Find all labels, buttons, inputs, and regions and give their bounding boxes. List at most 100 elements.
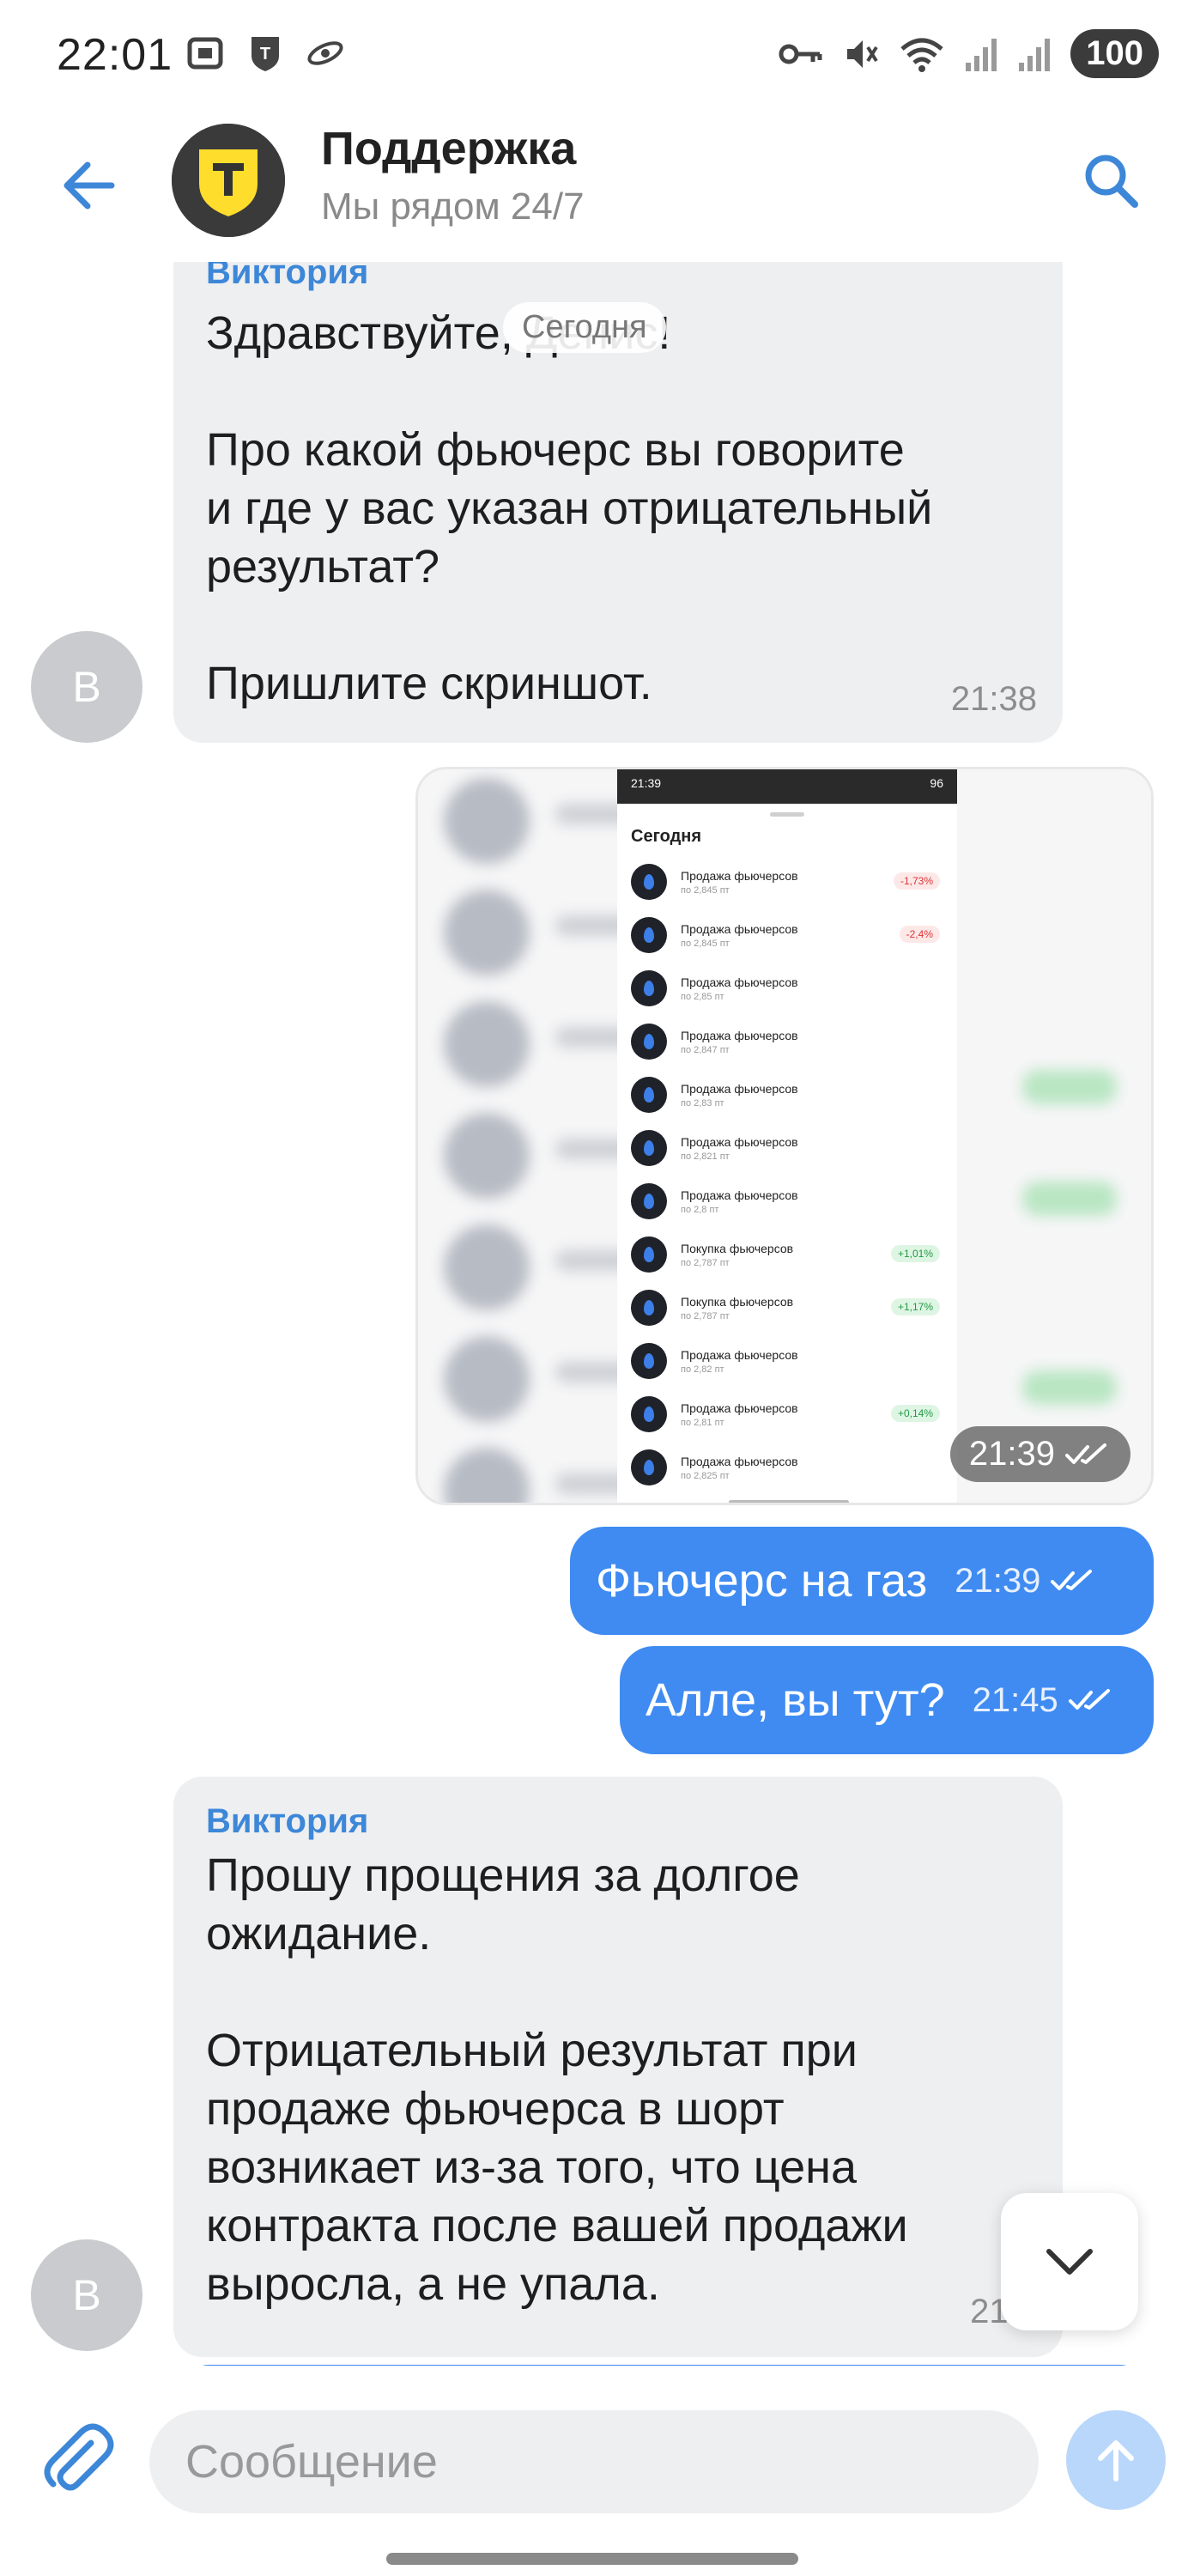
tbank-shield-icon: T [252, 37, 279, 71]
flame-icon [631, 1396, 667, 1432]
signal-icon [966, 38, 997, 71]
status-left-icons: T [185, 33, 346, 74]
avatar[interactable]: В [31, 631, 142, 743]
message-text: Фьючерс на газ [596, 1555, 928, 1607]
trade-info: Продажа фьючерсов по 2,845 пт [681, 869, 798, 896]
screenshot-status-bar: 21:39 96 [617, 769, 957, 804]
scroll-to-bottom-button[interactable] [1001, 2193, 1138, 2330]
trade-badge: +1,01% [890, 1245, 940, 1262]
message-input[interactable]: Сообщение [149, 2410, 1039, 2513]
trade-row: Продажа фьючерсов по 2,845 пт -1,73% [617, 855, 957, 908]
send-button[interactable] [1066, 2410, 1166, 2510]
paperclip-icon [44, 2423, 114, 2491]
flame-icon [631, 1130, 667, 1166]
trade-badge: +1,17% [890, 1298, 940, 1315]
screenshot-title: Сегодня [631, 827, 702, 846]
trade-price: по 2,787 пт [681, 1310, 730, 1321]
trade-info: Продажа фьючерсов по 2,821 пт [681, 1135, 798, 1162]
trade-info: Продажа фьючерсов по 2,81 пт [681, 1401, 798, 1428]
message-sender: Виктория [206, 262, 369, 291]
double-check-icon [1068, 1689, 1110, 1710]
screenshot-battery: 96 [930, 776, 943, 790]
avatar[interactable]: В [31, 2239, 142, 2351]
vpn-key-icon [779, 44, 822, 64]
trade-name: Покупка фьючерсов [681, 1241, 794, 1255]
trade-row: Продажа фьючерсов по 2,845 пт -2,4% [617, 908, 957, 962]
trade-price: по 2,8 пт [681, 1204, 719, 1215]
outgoing-message[interactable]: Фьючерс на газ 21:39 [570, 1527, 1154, 1635]
status-time: 22:01 [57, 30, 173, 80]
chat-title[interactable]: Поддержка [321, 122, 576, 175]
trade-info: Продажа фьючерсов по 2,825 пт [681, 1455, 798, 1481]
trade-badge: +0,14% [890, 1405, 940, 1422]
trade-price: по 2,847 пт [681, 1044, 730, 1055]
trade-price: по 2,821 пт [681, 1151, 730, 1162]
double-check-icon [1065, 1443, 1106, 1464]
incoming-message[interactable]: Виктория Прошу прощения за долгое ожидан… [173, 1777, 1063, 2357]
message-time: 21:38 [950, 680, 1037, 718]
trade-price: по 2,787 пт [681, 1257, 730, 1268]
trade-badge: -1,73% [893, 872, 940, 890]
trade-price: по 2,825 пт [681, 1470, 730, 1481]
status-bar: 22:01 T 100 [0, 0, 1188, 112]
trade-row: Продажа фьючерсов по 2,821 пт [617, 1121, 957, 1175]
trade-price: по 2,82 пт [681, 1364, 724, 1375]
search-icon [1085, 155, 1138, 208]
trade-badge: -2,4% [899, 926, 940, 943]
home-indicator [386, 2553, 798, 2565]
trade-row: Продажа фьючерсов по 2,82 пт [617, 1334, 957, 1388]
flame-icon [631, 917, 667, 953]
trade-info: Продажа фьючерсов по 2,85 пт [681, 975, 798, 1002]
flame-icon [631, 1024, 667, 1060]
screenshot-icon [187, 37, 223, 70]
trade-list: Продажа фьючерсов по 2,845 пт -1,73% Продаж… [617, 855, 957, 1494]
trade-row: Продажа фьючерсов по 2,81 пт +0,14% [617, 1388, 957, 1441]
tbank-logo-icon [172, 124, 285, 237]
trade-price: по 2,845 пт [681, 938, 730, 949]
chevron-down-icon [1046, 2249, 1093, 2275]
double-check-icon [1051, 1570, 1093, 1590]
attach-button[interactable] [38, 2417, 115, 2503]
flame-icon [631, 970, 667, 1006]
trade-name: Продажа фьючерсов [681, 1400, 798, 1415]
trade-row: Продажа фьючерсов по 2,83 пт [617, 1068, 957, 1121]
message-composer: Сообщение [0, 2366, 1188, 2576]
svg-text:T: T [260, 45, 270, 64]
back-button[interactable] [55, 151, 124, 220]
search-button[interactable] [1076, 146, 1145, 215]
trade-price: по 2,845 пт [681, 884, 730, 896]
trade-name: Продажа фьючерсов [681, 1028, 798, 1042]
flame-icon [631, 1343, 667, 1379]
message-list[interactable]: Виктория Здравствуйте, Денис! Про какой … [0, 262, 1188, 2366]
flame-icon [631, 1290, 667, 1326]
trade-row: Продажа фьючерсов по 2,85 пт [617, 962, 957, 1015]
trade-price: по 2,83 пт [681, 1097, 724, 1109]
trade-name: Продажа фьючерсов [681, 1081, 798, 1096]
trade-name: Продажа фьючерсов [681, 921, 798, 936]
trade-price: по 2,81 пт [681, 1417, 724, 1428]
trade-info: Продажа фьючерсов по 2,83 пт [681, 1082, 798, 1109]
flame-icon [631, 864, 667, 900]
flame-icon [631, 1077, 667, 1113]
message-input-placeholder: Сообщение [185, 2436, 438, 2488]
trade-info: Покупка фьючерсов по 2,787 пт [681, 1242, 793, 1268]
trade-row: Продажа фьючерсов по 2,847 пт [617, 1015, 957, 1068]
screenshot-time: 21:39 [631, 776, 662, 790]
flame-icon [631, 1236, 667, 1273]
image-message[interactable]: 21:39 96 Сегодня Продажа фьючерсов по 2,8… [415, 767, 1154, 1505]
trade-name: Продажа фьючерсов [681, 1347, 798, 1362]
message-time: 21:45 [972, 1680, 1058, 1719]
trade-info: Покупка фьючерсов по 2,787 пт [681, 1295, 793, 1321]
trade-name: Продажа фьючерсов [681, 1134, 798, 1149]
message-text: Здравствуйте, Денис! Про какой фьючерс в… [206, 307, 933, 709]
trade-price: по 2,85 пт [681, 991, 724, 1002]
trade-info: Продажа фьючерсов по 2,8 пт [681, 1188, 798, 1215]
outgoing-message[interactable]: Алле, вы тут? 21:45 [620, 1646, 1154, 1754]
wifi-icon [900, 38, 943, 72]
arrow-left-icon [64, 161, 115, 210]
status-right-icons: 100 [779, 29, 1159, 78]
trade-info: Продажа фьючерсов по 2,847 пт [681, 1029, 798, 1055]
support-avatar[interactable] [172, 124, 285, 237]
mute-icon [847, 39, 878, 68]
trade-row: Продажа фьючерсов по 2,8 пт [617, 1175, 957, 1228]
